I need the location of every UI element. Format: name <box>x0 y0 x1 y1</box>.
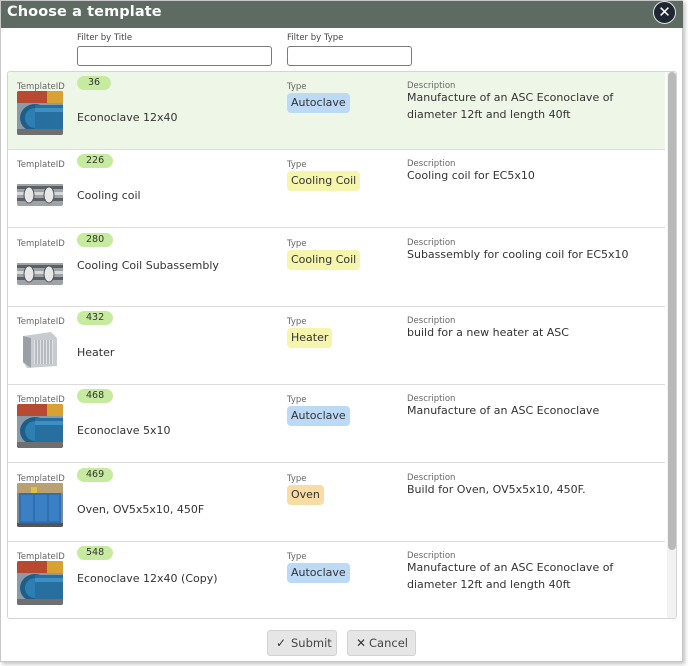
template-title: Cooling Coil Subassembly <box>77 259 219 272</box>
template-title: Cooling coil <box>77 189 141 202</box>
template-list: TemplateID 36 Econoclave 12x40 Type Autoclav… <box>7 71 677 619</box>
template-title: Oven, OV5x5x10, 450F <box>77 503 205 516</box>
template-description: build for a new heater at ASC <box>407 326 569 339</box>
x-icon: ✕ <box>356 636 367 650</box>
template-description: Subassembly for cooling coil for EC5x10 <box>407 248 629 261</box>
scrollbar-thumb[interactable] <box>668 72 676 550</box>
template-id-label: TemplateID <box>17 160 65 170</box>
filter-title-label: Filter by Title <box>77 33 133 43</box>
template-row[interactable]: TemplateID 36 Econoclave 12x40 Type Autoclav… <box>8 72 665 150</box>
template-thumbnail <box>17 253 63 285</box>
type-label: Type <box>287 160 307 170</box>
template-id-badge: 548 <box>77 546 114 560</box>
template-title: Econoclave 12x40 <box>77 111 178 124</box>
submit-button[interactable]: ✓ Submit <box>267 630 337 656</box>
cancel-button[interactable]: ✕ Cancel <box>347 630 416 656</box>
template-row[interactable]: TemplateID 432 Heater Type Heater Description… <box>8 307 665 385</box>
template-row[interactable]: TemplateID 280 Cooling Coil Subassembly Typ… <box>8 229 665 307</box>
type-label: Type <box>287 239 307 249</box>
filter-type-label: Filter by Type <box>287 33 344 43</box>
type-badge: Heater <box>287 328 333 348</box>
template-thumbnail <box>17 483 63 527</box>
template-title: Econoclave 12x40 (Copy) <box>77 572 218 585</box>
template-thumbnail <box>17 561 63 605</box>
type-badge: Autoclave <box>287 93 350 113</box>
type-badge: Cooling Coil <box>287 171 361 191</box>
template-id-label: TemplateID <box>17 239 65 249</box>
template-row[interactable]: TemplateID 226 Cooling coil Type Cooling Coi… <box>8 150 665 228</box>
dialog-titlebar: Choose a template <box>1 1 683 28</box>
dialog-title: Choose a template <box>7 4 162 20</box>
type-badge: Autoclave <box>287 406 350 426</box>
close-icon[interactable]: ✕ <box>653 1 676 24</box>
template-description: Build for Oven, OV5x5x10, 450F. <box>407 483 586 496</box>
type-label: Type <box>287 395 307 405</box>
template-description: Manufacture of an ASC Econoclave of diam… <box>407 91 614 121</box>
template-description: Manufacture of an ASC Econoclave of diam… <box>407 561 614 591</box>
template-title: Econoclave 5x10 <box>77 424 171 437</box>
template-thumbnail <box>17 174 63 206</box>
template-row[interactable]: TemplateID 548 Econoclave 12x40 (Copy) Type… <box>8 542 665 618</box>
list-scrollbar[interactable] <box>667 72 676 618</box>
template-row[interactable]: TemplateID 469 Oven, OV5x5x10, 450F Type Ove… <box>8 464 665 542</box>
template-id-badge: 468 <box>77 389 114 403</box>
filter-title-input[interactable] <box>77 46 272 66</box>
template-thumbnail <box>17 91 63 135</box>
template-id-badge: 469 <box>77 468 114 482</box>
cancel-label: Cancel <box>369 636 408 650</box>
template-thumbnail <box>17 326 63 370</box>
type-badge: Cooling Coil <box>287 250 361 270</box>
type-label: Type <box>287 552 307 562</box>
template-id-badge: 280 <box>77 233 114 247</box>
template-thumbnail <box>17 404 63 448</box>
template-id-badge: 432 <box>77 311 114 325</box>
type-label: Type <box>287 474 307 484</box>
template-id-badge: 36 <box>77 76 111 90</box>
submit-label: Submit <box>291 636 332 650</box>
type-label: Type <box>287 82 307 92</box>
template-description: Manufacture of an ASC Econoclave <box>407 404 600 417</box>
type-label: Type <box>287 317 307 327</box>
filter-type-input[interactable] <box>287 46 412 66</box>
template-description: Cooling coil for EC5x10 <box>407 169 535 182</box>
type-badge: Autoclave <box>287 563 350 583</box>
template-title: Heater <box>77 346 115 359</box>
template-row[interactable]: TemplateID 468 Econoclave 5x10 Type Autoclav… <box>8 385 665 463</box>
type-badge: Oven <box>287 485 324 505</box>
check-icon: ✓ <box>276 636 287 650</box>
template-id-badge: 226 <box>77 154 114 168</box>
template-dialog: Choose a template ✕ Filter by Title Filt… <box>0 0 683 662</box>
